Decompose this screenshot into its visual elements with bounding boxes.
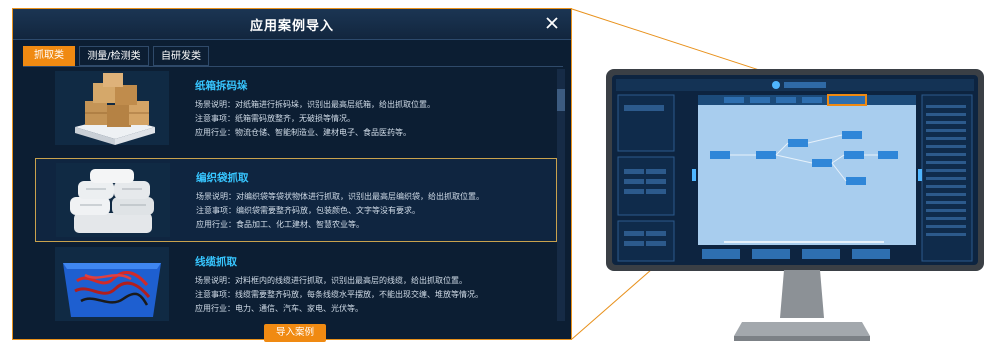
monitor-stand [732,270,872,347]
monitor-illustration [606,69,984,271]
